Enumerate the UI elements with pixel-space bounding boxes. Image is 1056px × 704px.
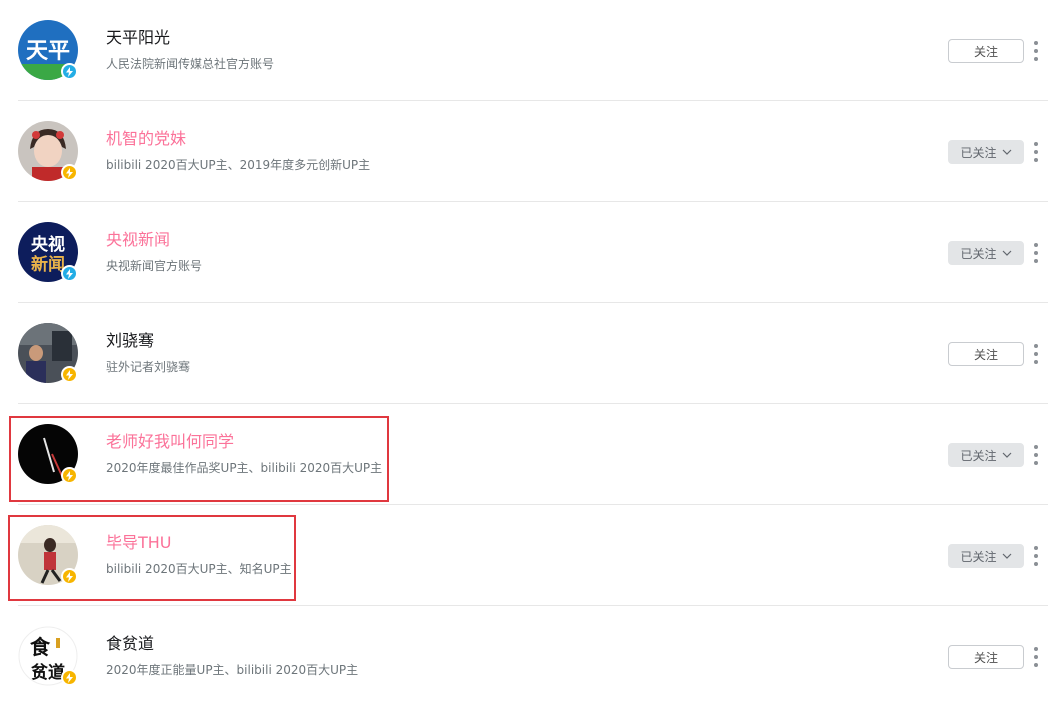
yellow-lightning-icon <box>61 467 78 484</box>
svg-text:央视: 央视 <box>31 234 65 255</box>
more-options-icon[interactable] <box>1030 41 1042 61</box>
more-options-icon[interactable] <box>1030 243 1042 263</box>
follow-button-label: 已关注 <box>960 448 997 463</box>
user-row: 央视 新闻 央视新闻 央视新闻官方账号 已关注 <box>0 202 1056 303</box>
user-name[interactable]: 老师好我叫何同学 <box>106 432 234 452</box>
follow-button[interactable]: 关注 <box>948 645 1024 669</box>
yellow-lightning-icon <box>61 568 78 585</box>
user-name[interactable]: 机智的党妹 <box>106 129 186 149</box>
user-name[interactable]: 天平阳光 <box>106 28 170 48</box>
user-name[interactable]: 央视新闻 <box>106 230 170 250</box>
user-signature: bilibili 2020百大UP主、知名UP主 <box>106 562 292 576</box>
user-name[interactable]: 刘骁骞 <box>106 331 154 351</box>
followed-button[interactable]: 已关注 <box>948 544 1024 568</box>
more-options-icon[interactable] <box>1030 647 1042 667</box>
blue-lightning-icon <box>61 63 78 80</box>
yellow-lightning-icon <box>61 164 78 181</box>
user-row: 食 贫道 食贫道 2020年度正能量UP主、bilibili 2020百大UP主… <box>0 606 1056 704</box>
more-options-icon[interactable] <box>1030 344 1042 364</box>
svg-text:天平: 天平 <box>26 39 70 64</box>
chevron-down-icon <box>1002 250 1011 256</box>
follow-button[interactable]: 关注 <box>948 39 1024 63</box>
user-row: 老师好我叫何同学 2020年度最佳作品奖UP主、bilibili 2020百大U… <box>0 404 1056 505</box>
user-row: 天平 天平阳光 人民法院新闻传媒总社官方账号 关注 <box>0 0 1056 101</box>
more-options-icon[interactable] <box>1030 445 1042 465</box>
user-name[interactable]: 毕导THU <box>106 533 172 553</box>
follow-button-label: 已关注 <box>960 246 997 261</box>
follow-button-label: 关注 <box>973 347 998 362</box>
yellow-lightning-icon <box>61 366 78 383</box>
follow-button-label: 关注 <box>973 44 998 59</box>
user-signature: 2020年度正能量UP主、bilibili 2020百大UP主 <box>106 663 359 677</box>
following-list: 天平 天平阳光 人民法院新闻传媒总社官方账号 关注 机智的党妹 bilibili… <box>0 0 1056 704</box>
svg-text:新闻: 新闻 <box>31 254 65 275</box>
followed-button[interactable]: 已关注 <box>948 140 1024 164</box>
user-signature: bilibili 2020百大UP主、2019年度多元创新UP主 <box>106 158 371 172</box>
follow-button-label: 关注 <box>973 650 998 665</box>
svg-text:食: 食 <box>30 635 51 659</box>
user-signature: 央视新闻官方账号 <box>106 259 203 273</box>
user-signature: 2020年度最佳作品奖UP主、bilibili 2020百大UP主 <box>106 461 383 475</box>
yellow-lightning-icon <box>61 669 78 686</box>
follow-button[interactable]: 关注 <box>948 342 1024 366</box>
chevron-down-icon <box>1002 452 1011 458</box>
follow-button-label: 已关注 <box>960 145 997 160</box>
more-options-icon[interactable] <box>1030 142 1042 162</box>
user-row: 机智的党妹 bilibili 2020百大UP主、2019年度多元创新UP主 已… <box>0 101 1056 202</box>
user-signature: 人民法院新闻传媒总社官方账号 <box>106 57 275 71</box>
more-options-icon[interactable] <box>1030 546 1042 566</box>
chevron-down-icon <box>1002 149 1011 155</box>
user-signature: 驻外记者刘骁骞 <box>106 360 191 374</box>
follow-button-label: 已关注 <box>960 549 997 564</box>
blue-lightning-icon <box>61 265 78 282</box>
user-name[interactable]: 食贫道 <box>106 634 154 654</box>
followed-button[interactable]: 已关注 <box>948 443 1024 467</box>
followed-button[interactable]: 已关注 <box>948 241 1024 265</box>
user-row: 毕导THU bilibili 2020百大UP主、知名UP主 已关注 <box>0 505 1056 606</box>
chevron-down-icon <box>1002 553 1011 559</box>
svg-text:贫道: 贫道 <box>30 662 65 683</box>
user-row: 刘骁骞 驻外记者刘骁骞 关注 <box>0 303 1056 404</box>
